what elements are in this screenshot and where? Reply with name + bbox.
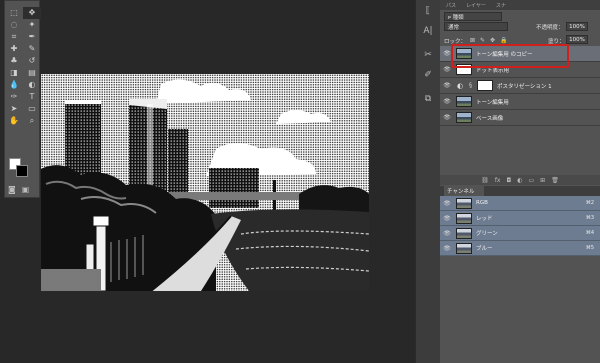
crop-icon[interactable]: ⌗ (5, 31, 23, 43)
screen-mode-icon[interactable]: ▣ (22, 185, 30, 194)
layer-thumbnail (456, 112, 472, 123)
healing-brush-icon[interactable]: ✚ (5, 43, 23, 55)
lock-all-icon[interactable]: 🔒 (500, 37, 507, 44)
layer-name: トーン編集用 (476, 99, 509, 106)
path-select-icon[interactable]: ➤ (5, 103, 23, 115)
hand-icon[interactable]: ✋ (5, 115, 23, 127)
channels-tabbar: チャンネル (440, 186, 600, 196)
lock-position-icon[interactable]: ✥ (490, 37, 495, 44)
channel-name: RGB (476, 200, 488, 206)
channel-name: レッド (476, 216, 493, 222)
color-swatches[interactable] (9, 158, 35, 182)
link-icon: § (469, 82, 472, 89)
character-panel-icon[interactable]: A| (416, 26, 440, 40)
lock-pixels-icon[interactable]: ✎ (480, 37, 485, 44)
canvas-image (41, 74, 369, 291)
panel-tabs: パス レイヤー スナ (440, 0, 600, 10)
channel-shortcut: ⌘3 (585, 215, 594, 221)
layer-thumbnail (456, 96, 472, 107)
layer-name: ポスタリゼーション 1 (497, 83, 552, 90)
channel-row[interactable]: 👁 レッド ⌘3 (440, 211, 600, 226)
history-panel-icon[interactable]: ⟦ (416, 6, 440, 20)
blend-mode-select[interactable]: 通常 (444, 22, 508, 31)
channel-thumbnail (456, 242, 472, 254)
layer-name: ベース画像 (476, 115, 504, 122)
add-mask-icon[interactable]: ◘ (506, 177, 511, 184)
channel-name: ブルー (476, 246, 493, 252)
background-color-swatch[interactable] (16, 165, 28, 177)
channel-row[interactable]: 👁 RGB ⌘2 (440, 196, 600, 211)
dodge-icon[interactable]: ◐ (23, 79, 41, 91)
opacity-input[interactable]: 100% (566, 22, 588, 31)
tab-channels[interactable]: チャンネル (444, 186, 484, 196)
tab-snapshot[interactable]: スナ (496, 2, 506, 9)
trash-icon[interactable]: 🗑 (551, 177, 559, 184)
kind-filter-select[interactable]: ᴘ 種類 (444, 12, 502, 21)
active-layer-highlight (451, 44, 569, 68)
type-icon[interactable]: T (23, 91, 41, 103)
opacity-label: 不透明度： (536, 25, 564, 31)
mask-thumbnail (477, 80, 493, 91)
channel-list: 👁 RGB ⌘2 👁 レッド ⌘3 👁 グリーン ⌘4 👁 ブルー ⌘5 (440, 196, 600, 256)
zoom-icon[interactable]: ⌕ (23, 115, 41, 127)
eye-icon[interactable]: 👁 (440, 114, 454, 121)
channel-name: グリーン (476, 231, 498, 237)
eye-icon[interactable]: 👁 (440, 98, 454, 105)
eye-icon[interactable]: 👁 (440, 230, 454, 237)
tab-layers[interactable]: レイヤー (466, 2, 486, 9)
tool-grid: ⬚ ✥ ◌ ✦ ⌗ ✒ ✚ ✎ ♣ ↺ ◨ ▤ 💧 ◐ ✑ T ➤ ▭ ✋ ⌕ (5, 1, 41, 127)
eraser-icon[interactable]: ◨ (5, 67, 23, 79)
fill-input[interactable]: 100% (566, 35, 588, 44)
marquee-icon[interactable]: ⬚ (5, 7, 23, 19)
magic-wand-icon[interactable]: ✦ (23, 19, 41, 31)
eye-icon[interactable]: 👁 (440, 200, 454, 207)
quick-mask-icon[interactable]: ◙ (8, 185, 16, 194)
document-canvas[interactable] (41, 74, 369, 291)
new-group-icon[interactable]: ▭ (528, 177, 534, 184)
link-layers-icon[interactable]: ⛓ (481, 177, 489, 184)
tool-presets-icon[interactable]: ✂ (416, 50, 440, 64)
layer-row[interactable]: 👁 ベース画像 (440, 110, 600, 126)
layer-row[interactable]: 👁 トーン編集用 (440, 94, 600, 110)
channel-thumbnail (456, 227, 472, 239)
lock-transparent-icon[interactable]: ⊠ (470, 37, 475, 44)
clone-source-icon[interactable]: ⧉ (416, 94, 440, 108)
brush-icon[interactable]: ✎ (23, 43, 41, 55)
new-adjustment-icon[interactable]: ◐ (517, 177, 522, 184)
gradient-icon[interactable]: ▤ (23, 67, 41, 79)
adjustment-icon: ◐ (457, 81, 464, 90)
channels-empty-area (440, 256, 600, 363)
channel-row[interactable]: 👁 グリーン ⌘4 (440, 226, 600, 241)
move-icon[interactable]: ✥ (23, 7, 41, 19)
tools-panel: ⬚ ✥ ◌ ✦ ⌗ ✒ ✚ ✎ ♣ ↺ ◨ ▤ 💧 ◐ ✑ T ➤ ▭ ✋ ⌕ ◙ ▣ (4, 0, 41, 198)
stamp-icon[interactable]: ♣ (5, 55, 23, 67)
layers-footer: ⛓ fx ◘ ◐ ▭ ⊞ 🗑 (440, 175, 600, 185)
history-brush-icon[interactable]: ↺ (23, 55, 41, 67)
blur-icon[interactable]: 💧 (5, 79, 23, 91)
channel-shortcut: ⌘5 (585, 245, 594, 251)
mode-row: ◙ ▣ (8, 185, 29, 194)
pen-icon[interactable]: ✑ (5, 91, 23, 103)
new-layer-icon[interactable]: ⊞ (540, 177, 545, 184)
channel-thumbnail (456, 197, 472, 209)
collapsed-panel-dock: ⟦ A| ✂ ✐ ⧉ (415, 0, 440, 363)
properties-panel-icon[interactable]: ✐ (416, 70, 440, 84)
channel-shortcut: ⌘2 (585, 200, 594, 206)
tab-paths[interactable]: パス (446, 2, 456, 9)
channel-row[interactable]: 👁 ブルー ⌘5 (440, 241, 600, 256)
layer-row[interactable]: 👁 ◐ § ポスタリゼーション 1 (440, 78, 600, 94)
fx-icon[interactable]: fx (495, 177, 501, 184)
eye-icon[interactable]: 👁 (440, 215, 454, 222)
eye-icon[interactable]: 👁 (440, 82, 454, 89)
shape-icon[interactable]: ▭ (23, 103, 41, 115)
channel-shortcut: ⌘4 (585, 230, 594, 236)
eyedropper-icon[interactable]: ✒ (23, 31, 41, 43)
eye-icon[interactable]: 👁 (440, 245, 454, 252)
lasso-icon[interactable]: ◌ (5, 19, 23, 31)
channel-thumbnail (456, 212, 472, 224)
